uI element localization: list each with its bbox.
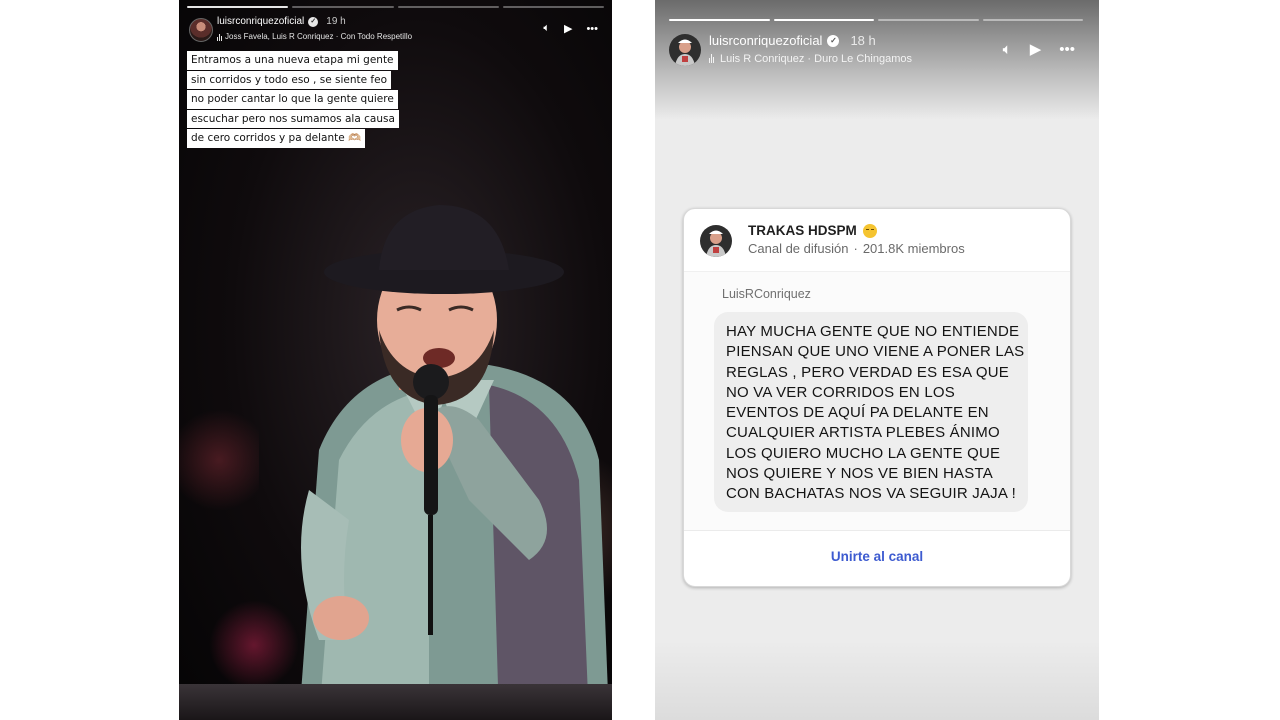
username[interactable]: luisrconriquezoficial: [217, 16, 304, 27]
music-title: Luis R Conriquez · Duro Le Chingamos: [720, 53, 912, 65]
progress-segment: [878, 19, 979, 21]
message-line: PIENSAN QUE UNO VIENE A PONER LAS: [726, 343, 1025, 361]
music-info[interactable]: Luis R Conriquez · Duro Le Chingamos: [709, 53, 912, 65]
play-icon[interactable]: ▶: [1030, 40, 1042, 58]
message-sender: LuisRConriquez: [722, 287, 811, 301]
caption-line: de cero corridos y pa delante 🫶🏼: [187, 129, 366, 148]
music-info[interactable]: Joss Favela, Luis R Conriquez · Con Todo…: [217, 32, 412, 41]
message-line: NOS QUIERE Y NOS VE BIEN HASTA: [726, 465, 993, 483]
sad-face-icon: [862, 223, 877, 238]
avatar[interactable]: [669, 34, 701, 66]
caption-line: escuchar pero nos sumamos ala causa: [187, 109, 399, 128]
progress-segment: [187, 6, 289, 8]
verified-icon: ✓: [827, 34, 840, 47]
more-icon[interactable]: •••: [586, 23, 598, 35]
caption-line: sin corridos y todo eso , se siente feo: [187, 70, 391, 89]
broadcast-channel-card[interactable]: TRAKAS HDSPM Canal de difusión · 201.8K mi…: [683, 208, 1071, 587]
progress-segment: [773, 19, 874, 21]
channel-subtitle: Canal de difusión · 201.8K miembros: [748, 241, 965, 256]
channel-type: Canal de difusión: [748, 241, 849, 256]
timestamp: 18 h: [850, 33, 876, 48]
play-icon[interactable]: ▶: [564, 22, 572, 35]
channel-name: TRAKAS HDSPM: [748, 223, 857, 238]
channel-title: TRAKAS HDSPM: [748, 223, 877, 238]
story-header: luisrconriquezoficial ✓ 19 h: [217, 16, 346, 27]
avatar[interactable]: [189, 18, 213, 42]
message-line: HAY MUCHA GENTE QUE NO ENTIENDE: [726, 323, 1020, 340]
message-line: LOS QUIERO MUCHO LA GENTE QUE: [726, 444, 1001, 462]
message-line: CUALQUIER ARTISTA PLEBES ÁNIMO: [726, 424, 1000, 442]
story-header: luisrconriquezoficial ✓ 18 h: [709, 33, 876, 48]
music-bars-icon: [217, 33, 222, 41]
story-progress: [187, 6, 604, 8]
message-text: HAY MUCHA GENTE QUE NO ENTIENDE PIENSAN …: [726, 322, 1036, 505]
message-line: CON BACHATAS NOS VA SEGUIR JAJA !: [726, 485, 1016, 503]
story-right[interactable]: luisrconriquezoficial ✓ 18 h Luis R Conr…: [655, 0, 1099, 720]
username[interactable]: luisrconriquezoficial: [709, 33, 822, 48]
stage-floor: [179, 684, 612, 720]
caption-line: no poder cantar lo que la gente quiere: [187, 90, 398, 109]
message-bubble: HAY MUCHA GENTE QUE NO ENTIENDE PIENSAN …: [714, 312, 1028, 512]
join-channel-button[interactable]: Unirte al canal: [684, 549, 1070, 564]
member-count: 201.8K miembros: [862, 241, 965, 256]
progress-segment: [669, 19, 770, 21]
divider: [684, 530, 1070, 531]
message-line: EVENTOS DE AQUÍ PA DELANTE EN: [726, 404, 989, 422]
progress-segment: [982, 19, 1083, 21]
channel-avatar: [700, 225, 732, 257]
story-left[interactable]: luisrconriquezoficial ✓ 19 h Joss Favela…: [179, 0, 612, 720]
singer-photo: [299, 205, 609, 720]
timestamp: 19 h: [326, 16, 346, 27]
story-controls: 🔈︎ ▶ •••: [1003, 40, 1075, 59]
volume-icon[interactable]: 🔈︎: [1003, 41, 1012, 58]
verified-icon: ✓: [308, 16, 319, 27]
caption: Entramos a una nueva etapa mi gente sin …: [187, 50, 399, 148]
more-icon[interactable]: •••: [1059, 41, 1075, 58]
progress-segment: [502, 6, 604, 8]
message-line: NO VA VER CORRIDOS EN LOS: [726, 383, 955, 401]
progress-segment: [292, 6, 394, 8]
story-controls: 🔈︎ ▶ •••: [543, 22, 598, 35]
story-progress: [669, 19, 1083, 21]
stage-light: [179, 400, 259, 520]
message-line: REGLAS , PERO VERDAD ES ESA QUE: [726, 363, 1009, 381]
caption-line: Entramos a una nueva etapa mi gente: [187, 51, 398, 70]
music-title: Joss Favela, Luis R Conriquez · Con Todo…: [225, 32, 413, 41]
music-bars-icon: [709, 54, 714, 63]
volume-icon[interactable]: 🔈︎: [543, 22, 550, 35]
progress-segment: [397, 6, 499, 8]
